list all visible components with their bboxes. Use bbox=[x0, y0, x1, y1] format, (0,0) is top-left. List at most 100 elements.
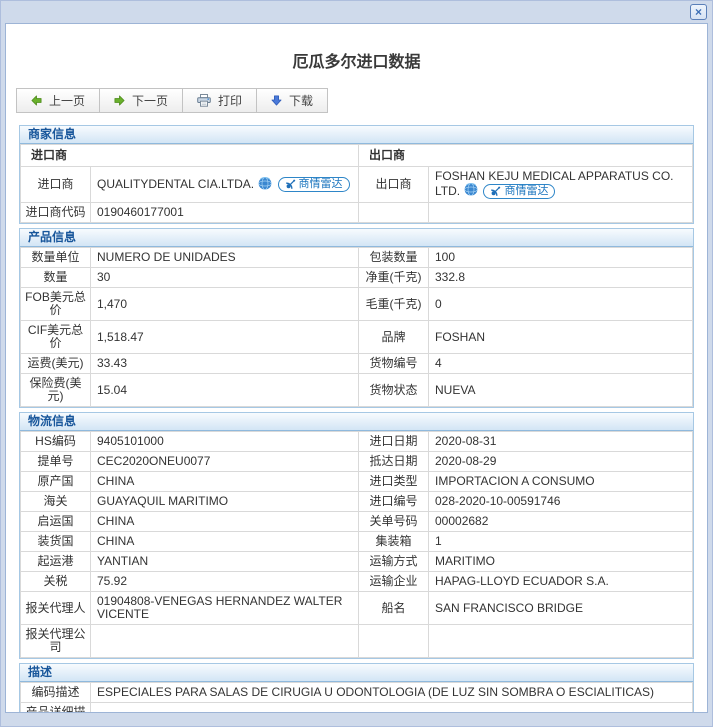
field-value bbox=[428, 202, 693, 224]
table-row: 报关代理公司 bbox=[20, 624, 693, 659]
table-row: 关税 75.92 运输企业 HAPAG-LLOYD ECUADOR S.A. bbox=[20, 571, 693, 593]
field-label: 抵达日期 bbox=[358, 451, 429, 473]
field-value: 15.04 bbox=[90, 373, 359, 408]
field-value: HAPAG-LLOYD ECUADOR S.A. bbox=[428, 571, 693, 593]
table-row: 进口商 出口商 bbox=[19, 144, 693, 167]
field-value: SAN FRANCISCO BRIDGE bbox=[428, 591, 693, 626]
table-row: 报关代理人 01904808-VENEGAS HERNANDEZ WALTER V… bbox=[20, 591, 693, 626]
field-value: 00002682 bbox=[428, 511, 693, 533]
field-label: 原产国 bbox=[20, 471, 91, 493]
green-arrow-right-icon bbox=[114, 95, 125, 106]
field-label: 运费(美元) bbox=[20, 353, 91, 375]
field-label: 进口商 bbox=[20, 165, 91, 204]
dialog-content-panel: 厄瓜多尔进口数据 上一页 下一页 打印 下载 商家信息 进口商 出口商 进口商 … bbox=[5, 23, 708, 713]
blue-arrow-down-icon bbox=[271, 95, 282, 106]
field-value: CHINA bbox=[90, 471, 359, 493]
importer-value-cell: QUALITYDENTAL CIA.LTDA. 商情雷达 bbox=[89, 165, 360, 204]
logistics-table: HS编码 9405101000 进口日期 2020-08-31 提单号 CEC2020ON… bbox=[20, 431, 693, 659]
table-row: 提单号 CEC2020ONEU0077 抵达日期 2020-08-29 bbox=[20, 451, 693, 473]
field-label: 进口商代码 bbox=[20, 202, 91, 224]
table-row: 保险费(美元) 15.04 货物状态 NUEVA bbox=[20, 373, 693, 408]
table-row: 装货国 CHINA 集装箱 1 bbox=[20, 531, 693, 553]
field-label: 货物编号 bbox=[358, 353, 429, 375]
field-label: 保险费(美元) bbox=[20, 373, 91, 408]
download-button[interactable]: 下载 bbox=[257, 89, 327, 112]
field-label: 装货国 bbox=[20, 531, 91, 553]
page-title: 厄瓜多尔进口数据 bbox=[292, 54, 421, 71]
section-description-header: 描述 bbox=[20, 664, 693, 683]
section-merchant: 商家信息 进口商 出口商 进口商 QUALITYDENTAL CIA.LTDA.… bbox=[19, 125, 694, 225]
close-button[interactable]: × bbox=[690, 4, 707, 20]
field-label: 毛重(千克) bbox=[358, 287, 429, 322]
product-table: 数量单位 NUMERO DE UNIDADES 包装数量 100 数量 30 净重(千克) 3… bbox=[20, 247, 693, 408]
toolbar: 上一页 下一页 打印 下载 bbox=[16, 88, 329, 113]
field-value: 028-2020-10-00591746 bbox=[428, 491, 693, 513]
table-row: 编码描述 ESPECIALES PARA SALAS DE CIRUGIA U O… bbox=[20, 682, 693, 704]
business-radar-badge[interactable]: 商情雷达 bbox=[277, 177, 350, 193]
import-data-dialog: × 厄瓜多尔进口数据 上一页 下一页 打印 下载 商家信息 进口商 出口商 进口… bbox=[0, 0, 713, 727]
printer-icon bbox=[197, 94, 211, 107]
section-logistics: 物流信息 HS编码 9405101000 进口日期 2020-08-31 提单号 CEC2… bbox=[19, 412, 694, 660]
prev-page-label: 上一页 bbox=[49, 94, 86, 108]
field-label: 集装箱 bbox=[358, 531, 429, 553]
field-value: 100 bbox=[428, 247, 693, 269]
print-button[interactable]: 打印 bbox=[183, 89, 258, 112]
field-value: 33.43 bbox=[90, 353, 359, 375]
field-label: 报关代理人 bbox=[20, 591, 91, 626]
globe-icon[interactable] bbox=[464, 183, 478, 199]
field-value: 332.8 bbox=[428, 267, 693, 289]
field-value: 1 bbox=[428, 531, 693, 553]
section-description: 描述 编码描述 ESPECIALES PARA SALAS DE CIRUGIA … bbox=[19, 663, 694, 712]
field-value: YANTIAN bbox=[90, 551, 359, 573]
radar-badge-label: 商情雷达 bbox=[504, 184, 549, 197]
radar-badge-label: 商情雷达 bbox=[298, 178, 343, 191]
download-label: 下载 bbox=[289, 94, 314, 108]
field-label: CIF美元总价 bbox=[20, 320, 91, 355]
table-row: 进口商代码 0190460177001 bbox=[20, 202, 693, 224]
table-row: 海关 GUAYAQUIL MARITIMO 进口编号 028-2020-10-0059… bbox=[20, 491, 693, 513]
business-radar-badge[interactable]: 商情雷达 bbox=[483, 183, 556, 199]
field-value: 01904808-VENEGAS HERNANDEZ WALTER VICENT… bbox=[90, 591, 359, 626]
field-value: CHINA bbox=[90, 511, 359, 533]
field-label: 进口类型 bbox=[358, 471, 429, 493]
field-label: 报关代理公司 bbox=[20, 624, 91, 659]
field-value: 0 bbox=[428, 287, 693, 322]
section-product-header: 产品信息 bbox=[20, 229, 693, 248]
table-row: 数量 30 净重(千克) 332.8 bbox=[20, 267, 693, 289]
field-value: IMPORTACION A CONSUMO bbox=[428, 471, 693, 493]
field-value: GUAYAQUIL MARITIMO bbox=[90, 491, 359, 513]
importer-name: QUALITYDENTAL CIA.LTDA. bbox=[97, 177, 255, 192]
field-label bbox=[358, 624, 429, 659]
field-label: 品牌 bbox=[358, 320, 429, 355]
radar-icon bbox=[491, 186, 501, 196]
field-label: 货物状态 bbox=[358, 373, 429, 408]
field-label: 数量单位 bbox=[20, 247, 91, 269]
field-value: ESPECIALES PARA SALAS DE CIRUGIA U ODONT… bbox=[90, 682, 693, 704]
table-row: 运费(美元) 33.43 货物编号 4 bbox=[20, 353, 693, 375]
table-row: FOB美元总价 1,470 毛重(千克) 0 bbox=[20, 287, 693, 322]
next-page-button[interactable]: 下一页 bbox=[100, 89, 184, 112]
table-row: HS编码 9405101000 进口日期 2020-08-31 bbox=[20, 431, 693, 453]
field-value: 2020-08-29 bbox=[428, 451, 693, 473]
globe-icon[interactable] bbox=[258, 176, 272, 193]
field-label: 产品详细描述 bbox=[20, 702, 91, 712]
section-merchant-header: 商家信息 bbox=[20, 126, 693, 144]
field-value: 0190460177001 bbox=[89, 202, 360, 224]
table-row: 进口商 QUALITYDENTAL CIA.LTDA. 商情雷达 出口商 FOS… bbox=[20, 165, 693, 204]
field-value: NUEVA bbox=[428, 373, 693, 408]
field-label bbox=[358, 202, 430, 224]
field-value: 4 bbox=[428, 353, 693, 375]
field-value: NUMERO DE UNIDADES bbox=[90, 247, 359, 269]
table-row: 起运港 YANTIAN 运输方式 MARITIMO bbox=[20, 551, 693, 573]
field-value: MARITIMO bbox=[428, 551, 693, 573]
field-label: 数量 bbox=[20, 267, 91, 289]
prev-page-button[interactable]: 上一页 bbox=[17, 89, 101, 112]
dialog-titlebar: × bbox=[1, 1, 712, 23]
radar-icon bbox=[285, 179, 295, 190]
field-label: 出口商 bbox=[358, 165, 430, 204]
section-logistics-header: 物流信息 bbox=[20, 413, 693, 432]
table-row: 启运国 CHINA 关单号码 00002682 bbox=[20, 511, 693, 533]
field-value: 75.92 bbox=[90, 571, 359, 593]
field-value: 30 bbox=[90, 267, 359, 289]
field-value: CHINA bbox=[90, 531, 359, 553]
